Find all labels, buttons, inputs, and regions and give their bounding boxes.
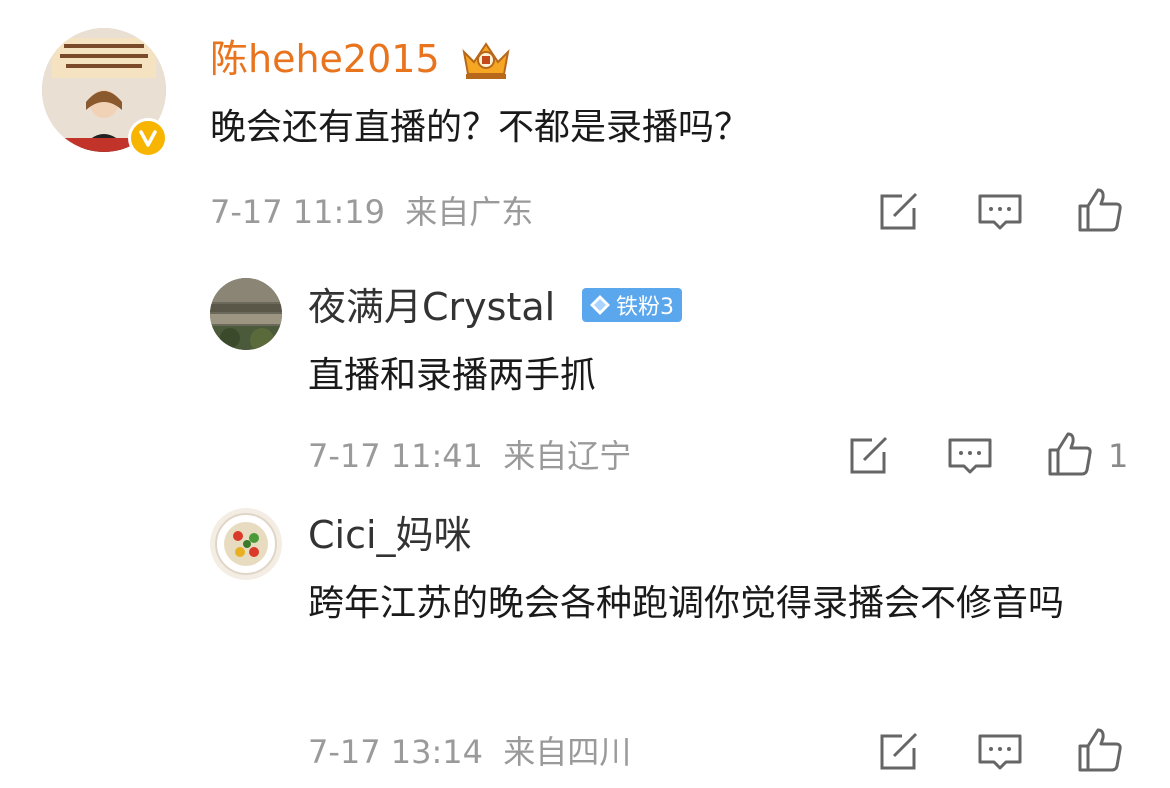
like-icon[interactable] xyxy=(1046,430,1094,478)
comment-icon[interactable] xyxy=(976,188,1024,236)
repost-icon[interactable] xyxy=(874,188,922,236)
comment-text: 晚会还有直播的？不都是录播吗？ xyxy=(210,107,751,148)
crown-badge-icon xyxy=(458,36,514,82)
comment-text: 跨年江苏的晚会各种跑调你觉得录播会不修音吗 xyxy=(308,583,1065,624)
avatar[interactable] xyxy=(210,508,282,580)
comment-time: 7-17 11:19 xyxy=(210,193,386,231)
verified-v-icon xyxy=(128,118,168,158)
diamond-icon xyxy=(588,293,612,317)
reply-item: 夜满月Crystal 铁粉3 直播和录播两手抓 7-17 11:41 来自辽宁 … xyxy=(0,260,1170,490)
fan-badge: 铁粉3 xyxy=(582,288,682,322)
username[interactable]: Cici_妈咪 xyxy=(308,512,472,558)
like-icon[interactable] xyxy=(1076,186,1124,234)
comment-location: 来自四川 xyxy=(503,733,632,771)
comment-time: 7-17 13:14 xyxy=(308,733,484,771)
comment-icon[interactable] xyxy=(976,728,1024,776)
username[interactable]: 陈hehe2015 xyxy=(210,36,440,82)
comment-time: 7-17 11:41 xyxy=(308,437,484,475)
comment-meta: 7-17 11:19 来自广东 xyxy=(210,192,533,232)
comment-location: 来自广东 xyxy=(405,193,534,231)
comment-location: 来自辽宁 xyxy=(503,437,632,475)
comment-icon[interactable] xyxy=(946,432,994,480)
comment-meta: 7-17 13:14 来自四川 xyxy=(308,732,631,772)
username[interactable]: 夜满月Crystal xyxy=(308,284,555,330)
comment-text: 直播和录播两手抓 xyxy=(308,355,597,396)
like-icon[interactable] xyxy=(1076,726,1124,774)
repost-icon[interactable] xyxy=(874,728,922,776)
avatar[interactable] xyxy=(210,278,282,350)
reply-item: Cici_妈咪 跨年江苏的晚会各种跑调你觉得录播会不修音吗 7-17 13:14… xyxy=(0,500,1170,788)
repost-icon[interactable] xyxy=(844,432,892,480)
fan-badge-label: 铁粉3 xyxy=(616,295,674,320)
like-count: 1 xyxy=(1108,437,1129,475)
comment-meta: 7-17 11:41 来自辽宁 xyxy=(308,436,631,476)
comment-item: 陈hehe2015 晚会还有直播的？不都是录播吗？ 7-17 11:19 来自广… xyxy=(0,0,1170,250)
